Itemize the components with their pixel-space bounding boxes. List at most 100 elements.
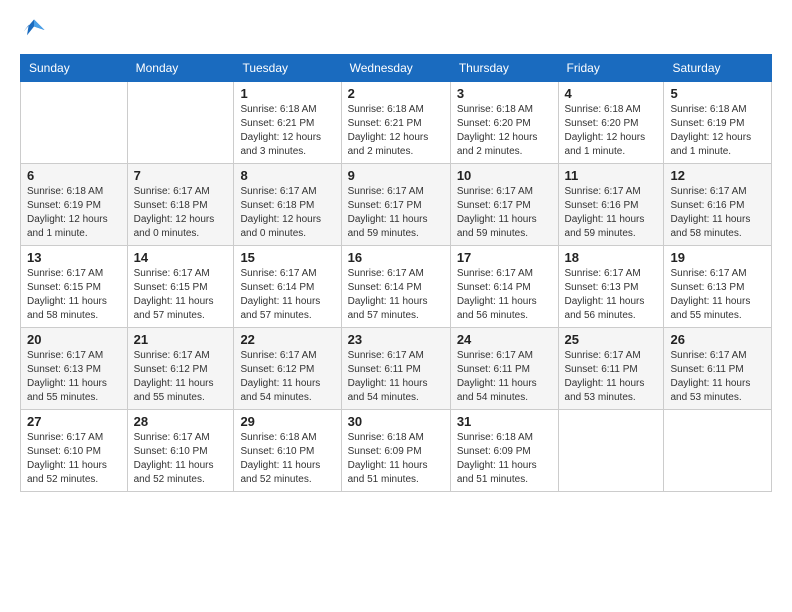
day-cell: 19 Sunrise: 6:17 AMSunset: 6:13 PMDayligh… [664,246,772,328]
day-info: Sunrise: 6:17 AMSunset: 6:14 PMDaylight:… [240,267,334,323]
day-info: Sunrise: 6:17 AMSunset: 6:10 PMDaylight:… [27,431,121,487]
week-row-1: 6 Sunrise: 6:18 AMSunset: 6:19 PMDaylight… [21,164,772,246]
day-cell: 30 Sunrise: 6:18 AMSunset: 6:09 PMDayligh… [341,410,450,492]
day-number: 23 [348,332,444,347]
day-cell: 5 Sunrise: 6:18 AMSunset: 6:19 PMDaylight… [664,82,772,164]
day-info: Sunrise: 6:18 AMSunset: 6:10 PMDaylight:… [240,431,334,487]
day-cell: 28 Sunrise: 6:17 AMSunset: 6:10 PMDayligh… [127,410,234,492]
day-info: Sunrise: 6:17 AMSunset: 6:16 PMDaylight:… [565,185,658,241]
day-number: 3 [457,86,552,101]
day-info: Sunrise: 6:17 AMSunset: 6:17 PMDaylight:… [348,185,444,241]
logo-bird-icon [20,16,48,44]
day-cell: 14Sunrise: 6:17 AMSunset: 6:15 PMDayligh… [127,246,234,328]
day-number: 25 [565,332,658,347]
day-info: Sunrise: 6:17 AMSunset: 6:17 PMDaylight:… [457,185,552,241]
day-info: Sunrise: 6:17 AMSunset: 6:18 PMDaylight:… [240,185,334,241]
day-number: 9 [348,168,444,183]
day-cell: 7 Sunrise: 6:17 AMSunset: 6:18 PMDaylight… [127,164,234,246]
day-cell: 9 Sunrise: 6:17 AMSunset: 6:17 PMDaylight… [341,164,450,246]
weekday-header-thursday: Thursday [450,55,558,82]
day-info: Sunrise: 6:18 AMSunset: 6:19 PMDaylight:… [670,103,765,159]
weekday-header-friday: Friday [558,55,664,82]
calendar-table: SundayMondayTuesdayWednesdayThursdayFrid… [20,54,772,492]
day-number: 27 [27,414,121,429]
weekday-header-sunday: Sunday [21,55,128,82]
day-info: Sunrise: 6:17 AMSunset: 6:18 PMDaylight:… [134,185,228,241]
day-number: 24 [457,332,552,347]
day-cell [127,82,234,164]
day-cell: 8 Sunrise: 6:17 AMSunset: 6:18 PMDaylight… [234,164,341,246]
day-cell: 1 Sunrise: 6:18 AMSunset: 6:21 PMDaylight… [234,82,341,164]
day-info: Sunrise: 6:17 AMSunset: 6:16 PMDaylight:… [670,185,765,241]
day-info: Sunrise: 6:17 AMSunset: 6:11 PMDaylight:… [348,349,444,405]
day-cell: 26 Sunrise: 6:17 AMSunset: 6:11 PMDayligh… [664,328,772,410]
day-cell: 10Sunrise: 6:17 AMSunset: 6:17 PMDayligh… [450,164,558,246]
day-number: 21 [134,332,228,347]
day-cell [21,82,128,164]
day-cell: 20 Sunrise: 6:17 AMSunset: 6:13 PMDayligh… [21,328,128,410]
day-cell: 6 Sunrise: 6:18 AMSunset: 6:19 PMDaylight… [21,164,128,246]
day-info: Sunrise: 6:17 AMSunset: 6:13 PMDaylight:… [670,267,765,323]
day-number: 19 [670,250,765,265]
day-cell: 16 Sunrise: 6:17 AMSunset: 6:14 PMDayligh… [341,246,450,328]
day-info: Sunrise: 6:17 AMSunset: 6:11 PMDaylight:… [670,349,765,405]
weekday-header-wednesday: Wednesday [341,55,450,82]
week-row-2: 13 Sunrise: 6:17 AMSunset: 6:15 PMDayligh… [21,246,772,328]
day-cell: 17Sunrise: 6:17 AMSunset: 6:14 PMDayligh… [450,246,558,328]
day-number: 1 [240,86,334,101]
day-info: Sunrise: 6:18 AMSunset: 6:19 PMDaylight:… [27,185,121,241]
day-cell [558,410,664,492]
day-number: 28 [134,414,228,429]
day-cell: 23 Sunrise: 6:17 AMSunset: 6:11 PMDayligh… [341,328,450,410]
day-number: 2 [348,86,444,101]
day-number: 30 [348,414,444,429]
day-cell: 21 Sunrise: 6:17 AMSunset: 6:12 PMDayligh… [127,328,234,410]
weekday-header-row: SundayMondayTuesdayWednesdayThursdayFrid… [21,55,772,82]
day-info: Sunrise: 6:18 AMSunset: 6:21 PMDaylight:… [348,103,444,159]
day-number: 7 [134,168,228,183]
day-cell: 4Sunrise: 6:18 AMSunset: 6:20 PMDaylight… [558,82,664,164]
day-number: 31 [457,414,552,429]
day-info: Sunrise: 6:17 AMSunset: 6:14 PMDaylight:… [348,267,444,323]
day-cell: 31 Sunrise: 6:18 AMSunset: 6:09 PMDayligh… [450,410,558,492]
day-info: Sunrise: 6:17 AMSunset: 6:12 PMDaylight:… [134,349,228,405]
day-info: Sunrise: 6:18 AMSunset: 6:09 PMDaylight:… [348,431,444,487]
week-row-4: 27 Sunrise: 6:17 AMSunset: 6:10 PMDayligh… [21,410,772,492]
day-info: Sunrise: 6:17 AMSunset: 6:15 PMDaylight:… [27,267,121,323]
day-number: 26 [670,332,765,347]
day-number: 29 [240,414,334,429]
day-number: 14 [134,250,228,265]
day-info: Sunrise: 6:17 AMSunset: 6:10 PMDaylight:… [134,431,228,487]
day-info: Sunrise: 6:17 AMSunset: 6:12 PMDaylight:… [240,349,334,405]
day-number: 13 [27,250,121,265]
header [20,16,772,44]
day-info: Sunrise: 6:17 AMSunset: 6:13 PMDaylight:… [27,349,121,405]
logo [20,16,52,44]
day-cell: 18Sunrise: 6:17 AMSunset: 6:13 PMDayligh… [558,246,664,328]
day-number: 8 [240,168,334,183]
day-cell: 22 Sunrise: 6:17 AMSunset: 6:12 PMDayligh… [234,328,341,410]
day-cell: 2 Sunrise: 6:18 AMSunset: 6:21 PMDaylight… [341,82,450,164]
day-number: 6 [27,168,121,183]
day-number: 4 [565,86,658,101]
day-number: 20 [27,332,121,347]
week-row-0: 1 Sunrise: 6:18 AMSunset: 6:21 PMDaylight… [21,82,772,164]
day-number: 22 [240,332,334,347]
day-info: Sunrise: 6:18 AMSunset: 6:09 PMDaylight:… [457,431,552,487]
weekday-header-monday: Monday [127,55,234,82]
day-info: Sunrise: 6:18 AMSunset: 6:21 PMDaylight:… [240,103,334,159]
day-number: 17 [457,250,552,265]
day-cell [664,410,772,492]
day-number: 12 [670,168,765,183]
day-cell: 24Sunrise: 6:17 AMSunset: 6:11 PMDayligh… [450,328,558,410]
weekday-header-tuesday: Tuesday [234,55,341,82]
day-cell: 13 Sunrise: 6:17 AMSunset: 6:15 PMDayligh… [21,246,128,328]
day-number: 15 [240,250,334,265]
day-number: 5 [670,86,765,101]
day-info: Sunrise: 6:18 AMSunset: 6:20 PMDaylight:… [457,103,552,159]
day-cell: 12 Sunrise: 6:17 AMSunset: 6:16 PMDayligh… [664,164,772,246]
day-cell: 29 Sunrise: 6:18 AMSunset: 6:10 PMDayligh… [234,410,341,492]
day-number: 16 [348,250,444,265]
day-cell: 25Sunrise: 6:17 AMSunset: 6:11 PMDayligh… [558,328,664,410]
day-number: 11 [565,168,658,183]
